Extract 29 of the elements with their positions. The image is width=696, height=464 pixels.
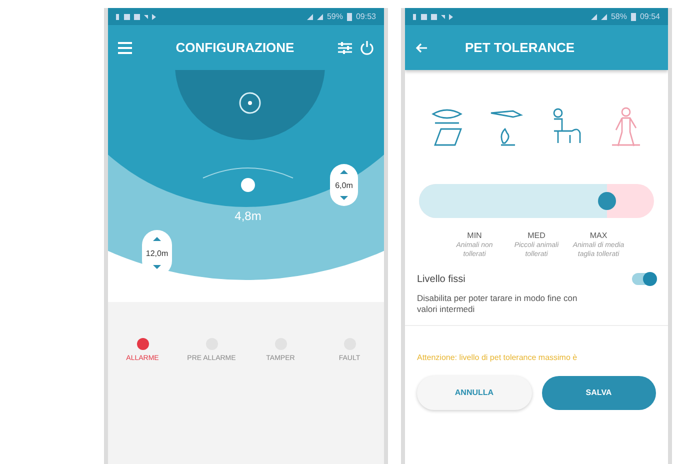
battery-icon [346,12,352,20]
save-button[interactable]: SALVA [542,376,656,410]
menu-icon[interactable] [118,42,132,54]
signal-icon [306,12,323,20]
screen-title: CONFIGURAZIONE [176,38,294,57]
power-icon[interactable] [360,40,374,54]
slider-track[interactable] [419,184,654,218]
sensor-dot [241,178,255,192]
clock: 09:53 [356,10,376,22]
level-label: MED [526,230,546,242]
toggle-label: Livello fissi [417,272,466,286]
warning-text: Attenzione: livello di pet tolerance massimo è [416,352,578,364]
battery-percent: 58% [610,10,627,22]
battery-percent: 59% [326,10,343,22]
battery-icon [630,12,636,20]
screen-title: PET TOLERANCE [465,38,575,57]
target-icon [239,92,261,114]
clock: 09:54 [640,10,660,22]
notification-icons [413,12,453,20]
level-label: MIN [466,230,483,242]
sliders-icon[interactable] [338,42,352,54]
toggle-switch[interactable] [632,273,656,285]
distance-label: 4,8m [234,209,262,223]
back-arrow-icon[interactable] [415,42,427,52]
level-label: MAX [588,230,608,242]
toggle-description: Disabilita per poter tarare in modo fine con valori intermedi [405,286,668,326]
slider-thumb[interactable] [598,192,616,210]
notification-icons [116,12,156,20]
signal-icon [590,12,607,20]
